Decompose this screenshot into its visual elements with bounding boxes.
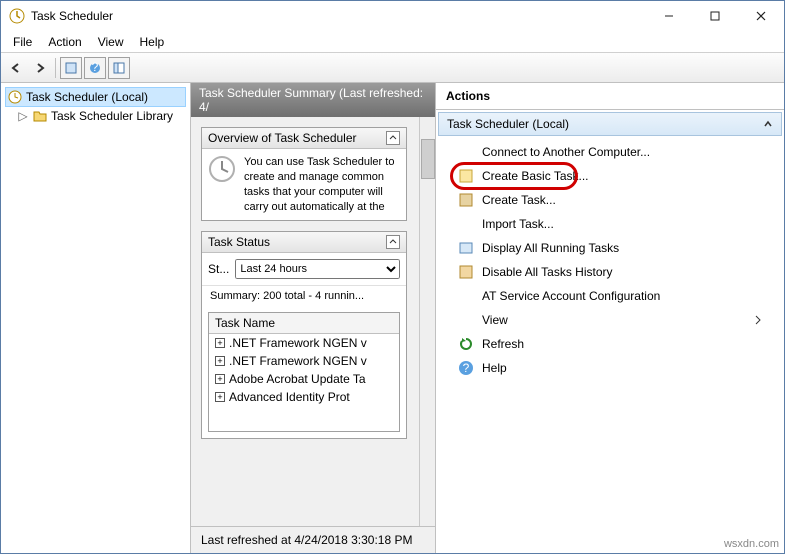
actions-header: Actions — [436, 83, 784, 110]
svg-text:?: ? — [463, 361, 470, 375]
task-name: Adobe Acrobat Update Ta — [229, 372, 366, 386]
actions-pane: Actions Task Scheduler (Local) Connect t… — [436, 83, 784, 553]
task-name: .NET Framework NGEN v — [229, 354, 367, 368]
connect-icon — [458, 144, 474, 160]
action-disable-history[interactable]: Disable All Tasks History — [442, 260, 778, 284]
actions-group-header[interactable]: Task Scheduler (Local) — [438, 112, 782, 136]
list-item[interactable]: + Adobe Acrobat Update Ta — [209, 370, 399, 388]
clock-large-icon — [208, 155, 236, 214]
close-button[interactable] — [738, 1, 784, 31]
folder-icon — [33, 110, 47, 122]
action-view[interactable]: View — [442, 308, 778, 332]
tree-child-label: Task Scheduler Library — [51, 109, 173, 123]
toolbar-help-button[interactable]: ? — [84, 57, 106, 79]
plus-icon[interactable]: + — [215, 392, 225, 402]
summary-header: Task Scheduler Summary (Last refreshed: … — [191, 83, 435, 117]
menu-bar: File Action View Help — [1, 31, 784, 53]
list-item[interactable]: + .NET Framework NGEN v — [209, 334, 399, 352]
expand-icon[interactable]: ▷ — [17, 109, 29, 123]
action-label: Create Task... — [482, 193, 556, 207]
action-label: Display All Running Tasks — [482, 241, 619, 255]
plus-icon[interactable]: + — [215, 374, 225, 384]
action-help[interactable]: ? Help — [442, 356, 778, 380]
menu-help[interactable]: Help — [132, 33, 173, 51]
tree-child[interactable]: ▷ Task Scheduler Library — [5, 107, 186, 125]
action-display-running[interactable]: Display All Running Tasks — [442, 236, 778, 260]
action-connect[interactable]: Connect to Another Computer... — [442, 140, 778, 164]
help-icon: ? — [458, 360, 474, 376]
refresh-icon — [458, 336, 474, 352]
status-timeframe-select[interactable]: Last 24 hours — [235, 259, 400, 279]
chevron-right-icon — [754, 315, 762, 325]
collapse-icon[interactable] — [386, 131, 400, 145]
title-bar: Task Scheduler — [1, 1, 784, 31]
actions-group-title: Task Scheduler (Local) — [447, 117, 569, 131]
svg-text:?: ? — [92, 62, 99, 74]
summary-pane: Task Scheduler Summary (Last refreshed: … — [191, 83, 436, 553]
wizard-icon — [458, 168, 474, 184]
collapse-icon[interactable] — [386, 235, 400, 249]
view-icon — [458, 312, 474, 328]
vertical-scrollbar[interactable] — [419, 117, 435, 526]
action-label: Import Task... — [482, 217, 554, 231]
action-at-service[interactable]: AT Service Account Configuration — [442, 284, 778, 308]
minimize-button[interactable] — [646, 1, 692, 31]
action-label: View — [482, 313, 508, 327]
list-item[interactable]: + Advanced Identity Prot — [209, 388, 399, 406]
status-summary: Summary: 200 total - 4 runnin... — [202, 285, 406, 306]
task-name: .NET Framework NGEN v — [229, 336, 367, 350]
tree-root-label: Task Scheduler (Local) — [26, 90, 148, 104]
plus-icon[interactable]: + — [215, 338, 225, 348]
history-icon — [458, 264, 474, 280]
app-icon — [9, 8, 25, 24]
back-button[interactable] — [5, 57, 27, 79]
chevron-up-icon[interactable] — [763, 119, 773, 129]
clock-icon — [8, 90, 22, 104]
menu-file[interactable]: File — [5, 33, 40, 51]
toolbar-separator — [55, 58, 56, 78]
import-icon — [458, 216, 474, 232]
plus-icon[interactable]: + — [215, 356, 225, 366]
toolbar: ? — [1, 53, 784, 83]
action-label: Disable All Tasks History — [482, 265, 613, 279]
action-import-task[interactable]: Import Task... — [442, 212, 778, 236]
overview-text: You can use Task Scheduler to create and… — [244, 155, 400, 214]
task-name: Advanced Identity Prot — [229, 390, 350, 404]
window-title: Task Scheduler — [31, 9, 646, 23]
action-label: Help — [482, 361, 507, 375]
action-create-basic-task[interactable]: Create Basic Task... — [442, 164, 778, 188]
forward-button[interactable] — [29, 57, 51, 79]
menu-action[interactable]: Action — [40, 33, 89, 51]
navigation-tree: Task Scheduler (Local) ▷ Task Scheduler … — [1, 83, 191, 553]
overview-panel: Overview of Task Scheduler You can use T… — [201, 127, 407, 221]
last-refreshed-footer: Last refreshed at 4/24/2018 3:30:18 PM — [191, 526, 435, 553]
toolbar-pane-button[interactable] — [108, 57, 130, 79]
task-list[interactable]: Task Name + .NET Framework NGEN v + .NET F… — [208, 312, 400, 432]
action-refresh[interactable]: Refresh — [442, 332, 778, 356]
status-label: St... — [208, 262, 229, 276]
overview-title: Overview of Task Scheduler — [208, 131, 357, 145]
menu-view[interactable]: View — [90, 33, 132, 51]
watermark: wsxdn.com — [724, 538, 779, 550]
status-title: Task Status — [208, 235, 270, 249]
action-label: Connect to Another Computer... — [482, 145, 650, 159]
action-create-task[interactable]: Create Task... — [442, 188, 778, 212]
action-label: Refresh — [482, 337, 524, 351]
status-panel: Task Status St... Last 24 hours Summary:… — [201, 231, 407, 439]
task-icon — [458, 192, 474, 208]
action-label: Create Basic Task... — [482, 169, 589, 183]
running-icon — [458, 240, 474, 256]
list-item[interactable]: + .NET Framework NGEN v — [209, 352, 399, 370]
maximize-button[interactable] — [692, 1, 738, 31]
tree-root[interactable]: Task Scheduler (Local) — [5, 87, 186, 107]
action-label: AT Service Account Configuration — [482, 289, 660, 303]
content-area: Task Scheduler (Local) ▷ Task Scheduler … — [1, 83, 784, 553]
task-list-header[interactable]: Task Name — [209, 313, 399, 334]
account-icon — [458, 288, 474, 304]
toolbar-view-button[interactable] — [60, 57, 82, 79]
